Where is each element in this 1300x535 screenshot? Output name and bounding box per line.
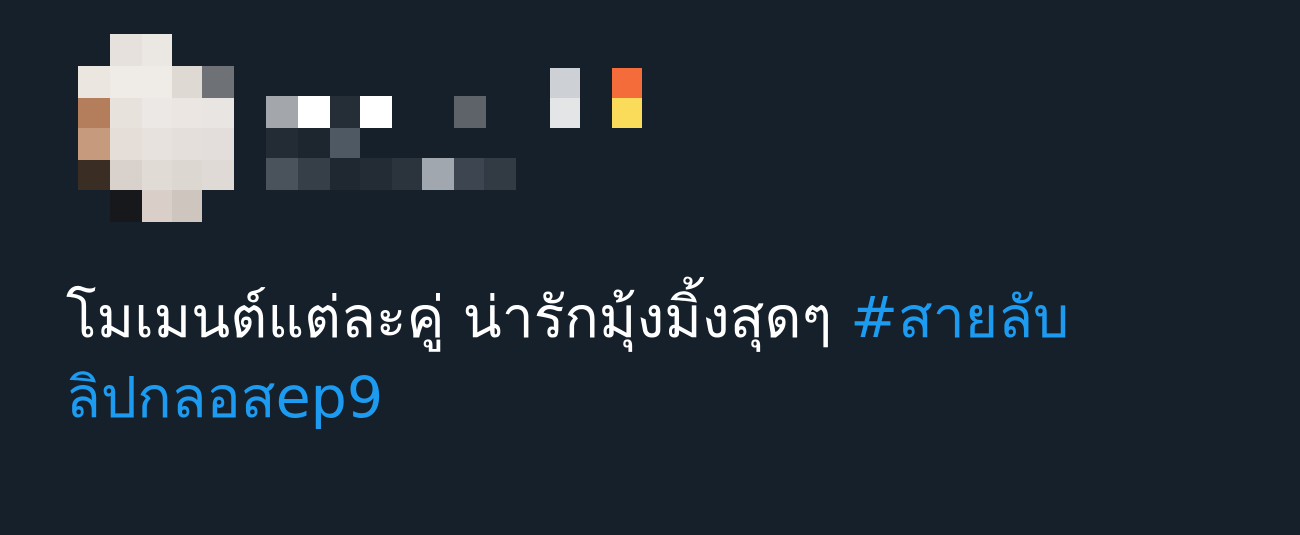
hashtag-part-1: #สายลับ	[850, 285, 1070, 351]
tweet-text: โมเมนต์แต่ละคู่ น่ารักมุ้งมิ้งสุดๆ #สายล…	[66, 278, 1256, 438]
display-name-censored[interactable]	[266, 68, 646, 130]
username-handle-censored[interactable]	[266, 128, 526, 192]
tweet-card[interactable]: โมเมนต์แต่ละคู่ น่ารักมุ้งมิ้งสุดๆ #สายล…	[0, 0, 1300, 535]
avatar[interactable]	[78, 34, 238, 224]
hashtag-part-2: ลิปกลอสep9	[66, 365, 384, 431]
tweet-body-text: โมเมนต์แต่ละคู่ น่ารักมุ้งมิ้งสุดๆ	[66, 285, 851, 351]
